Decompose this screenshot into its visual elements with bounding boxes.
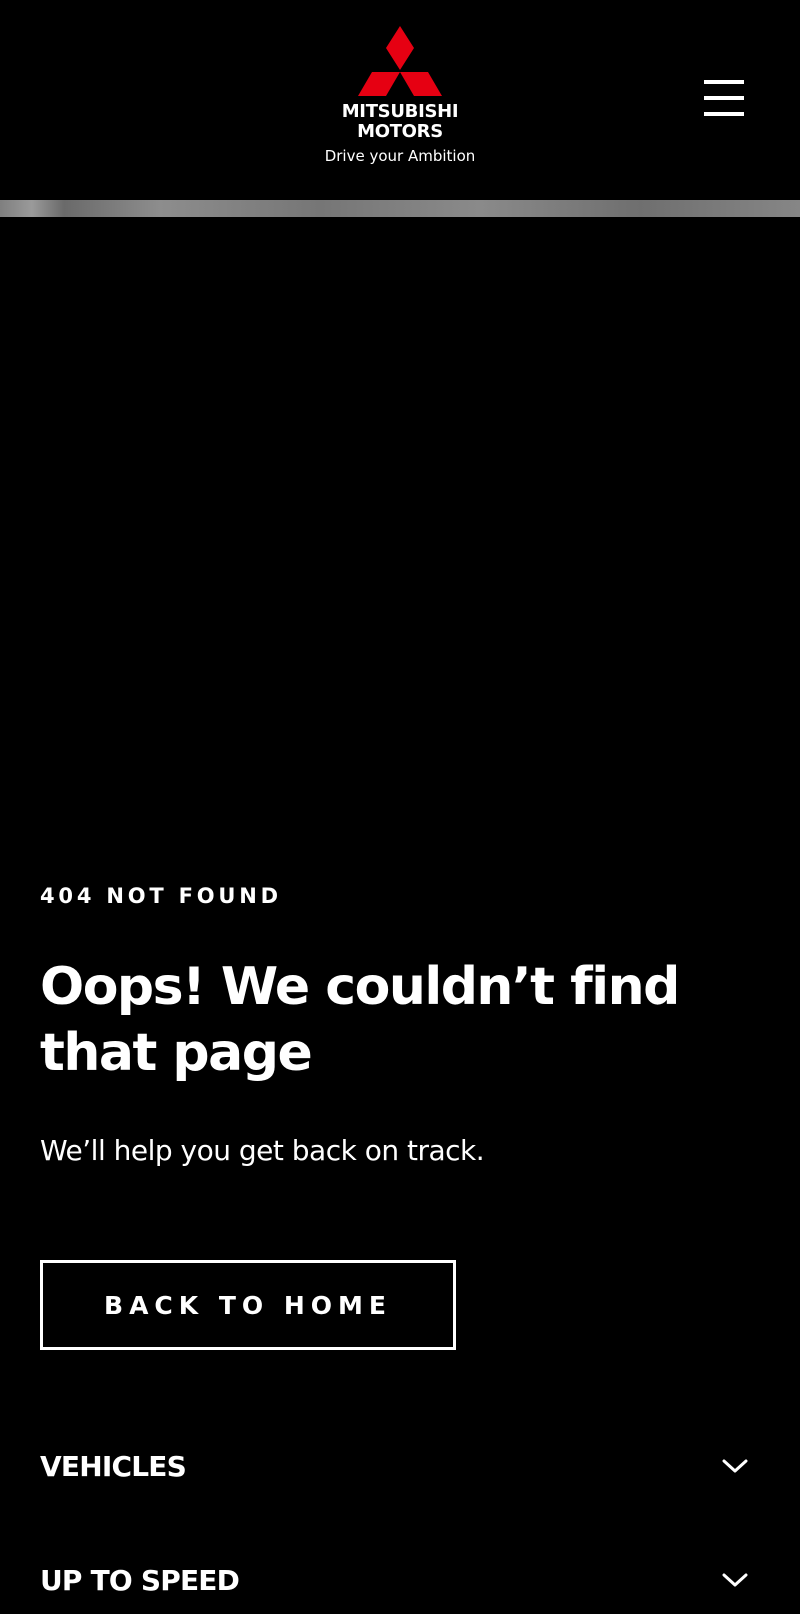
brand-name-line2: MOTORS bbox=[357, 121, 443, 142]
brand-logo-link[interactable]: MITSUBISHI MOTORS Drive your Ambition bbox=[300, 24, 500, 174]
hero-image-strip bbox=[0, 200, 800, 217]
site-header: MITSUBISHI MOTORS Drive your Ambition bbox=[0, 0, 800, 200]
page-title-line1: Oops! We couldn’t find bbox=[40, 957, 680, 1017]
hamburger-menu-button[interactable] bbox=[700, 78, 744, 120]
footer-accordion-vehicles[interactable]: VEHICLES bbox=[40, 1440, 760, 1500]
error-code-label: 404 NOT FOUND bbox=[40, 884, 282, 908]
page-title-line2: that page bbox=[40, 1023, 313, 1083]
chevron-down-icon bbox=[722, 1573, 748, 1587]
hamburger-menu-icon bbox=[704, 80, 744, 116]
brand-tagline: Drive your Ambition bbox=[324, 147, 476, 165]
footer-accordion-label: UP TO SPEED bbox=[40, 1564, 240, 1597]
page-title: Oops! We couldn’t find that page bbox=[40, 954, 740, 1086]
mitsubishi-three-diamonds-logo-icon bbox=[358, 26, 442, 96]
footer-accordion-label: VEHICLES bbox=[40, 1450, 187, 1483]
back-to-home-button[interactable]: BACK TO HOME bbox=[40, 1260, 456, 1350]
brand-name-line1: MITSUBISHI bbox=[341, 101, 459, 122]
page-subtext: We’ll help you get back on track. bbox=[40, 1134, 485, 1167]
chevron-down-icon bbox=[722, 1459, 748, 1473]
back-to-home-label: BACK TO HOME bbox=[104, 1290, 392, 1320]
footer-accordion-up-to-speed[interactable]: UP TO SPEED bbox=[40, 1554, 760, 1614]
